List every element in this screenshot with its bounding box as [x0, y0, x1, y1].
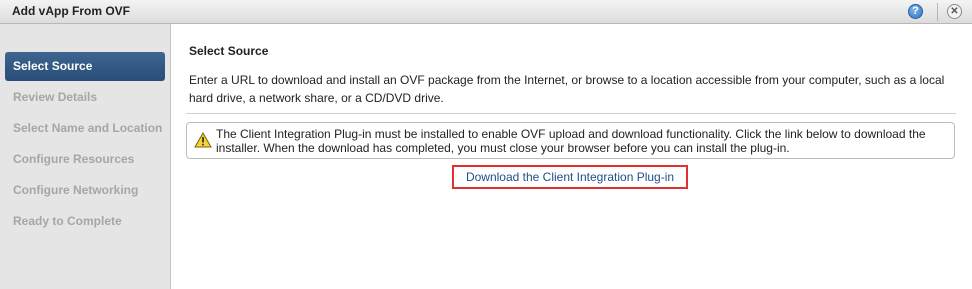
title-bar: Add vApp From OVF ? ✕	[0, 0, 972, 24]
window-title: Add vApp From OVF	[12, 4, 130, 18]
warning-icon	[194, 132, 212, 148]
divider	[186, 113, 956, 114]
step-select-name-and-location: Select Name and Location	[13, 121, 163, 135]
warning-message: The Client Integration Plug-in must be i…	[216, 127, 926, 155]
step-ready-to-complete: Ready to Complete	[13, 214, 122, 228]
wizard-steps-sidebar: Select Source Review Details Select Name…	[0, 24, 171, 289]
main-content: Select Source Enter a URL to download an…	[171, 24, 972, 289]
step-select-source[interactable]: Select Source	[5, 52, 165, 81]
download-plugin-link[interactable]: Download the Client Integration Plug-in	[452, 165, 688, 189]
step-configure-networking: Configure Networking	[13, 183, 139, 197]
close-icon[interactable]: ✕	[947, 4, 962, 19]
step-review-details: Review Details	[13, 90, 98, 104]
section-title: Select Source	[189, 44, 269, 58]
help-icon[interactable]: ?	[908, 4, 923, 19]
title-separator	[937, 3, 938, 21]
warning-box: The Client Integration Plug-in must be i…	[186, 122, 955, 159]
step-configure-resources: Configure Resources	[13, 152, 135, 166]
section-description: Enter a URL to download and install an O…	[189, 73, 945, 105]
